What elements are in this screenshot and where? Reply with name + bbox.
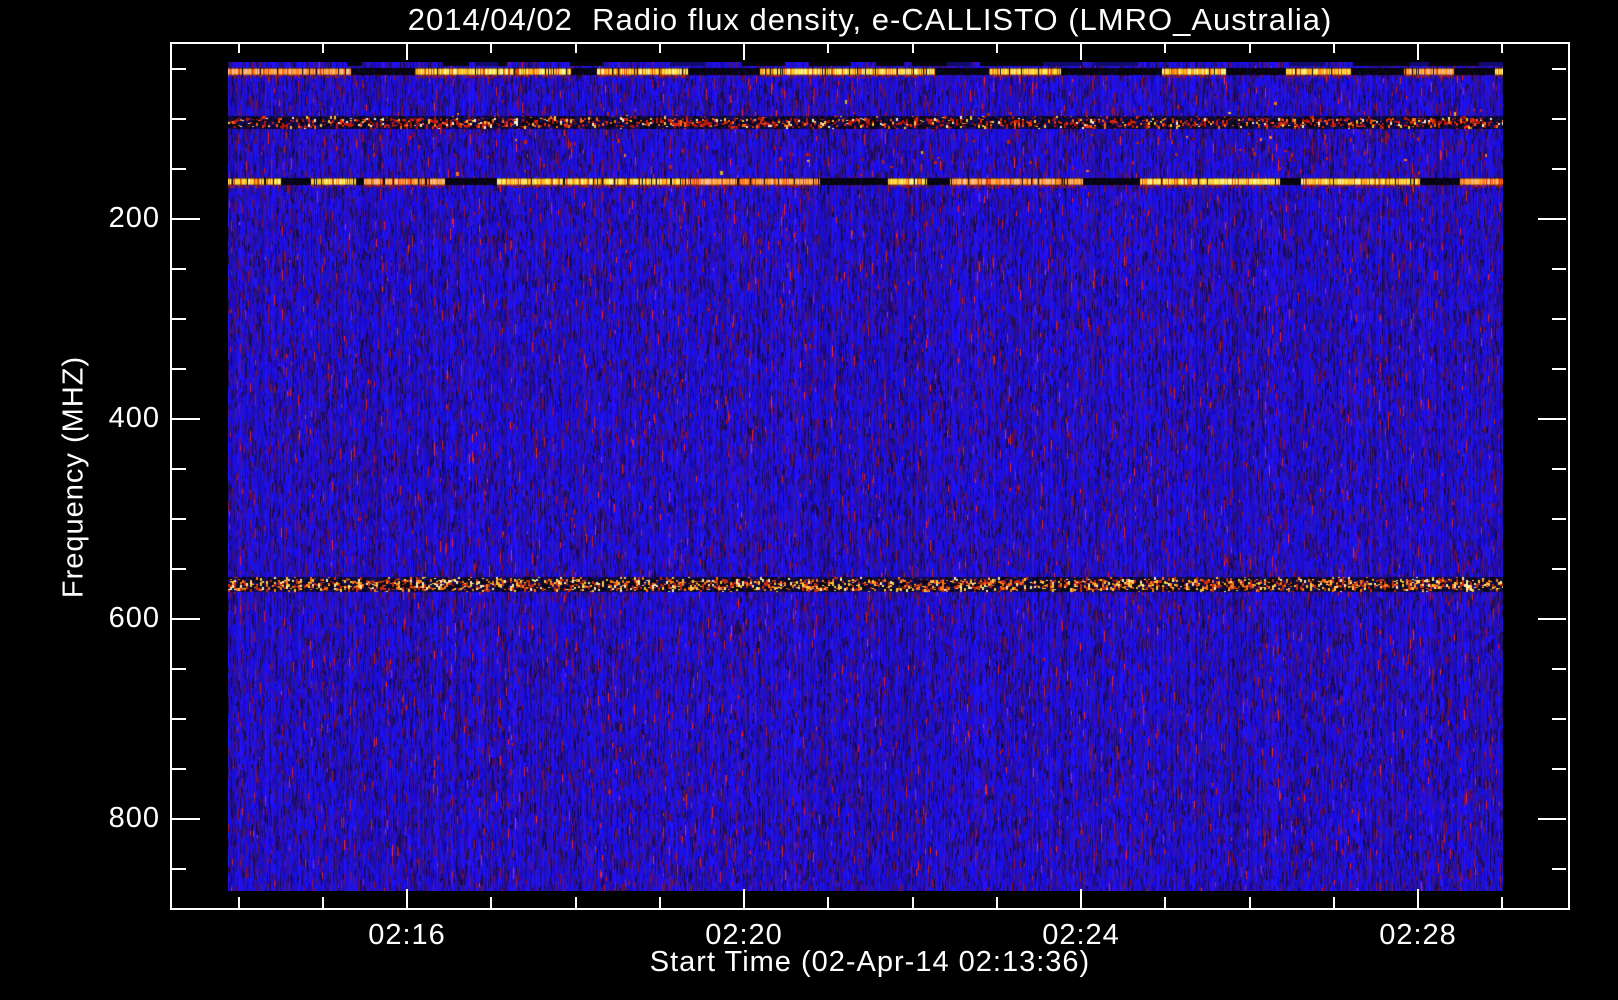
x-axis-minor-tick	[1249, 897, 1251, 908]
y-axis-minor-tick	[172, 368, 186, 370]
x-axis-minor-tick	[827, 897, 829, 908]
x-axis-major-tick	[743, 44, 745, 60]
spectrogram-figure: 2014/04/02 Radio flux density, e-CALLIST…	[0, 0, 1618, 1000]
y-tick-label: 600	[108, 602, 160, 634]
x-axis-minor-tick	[1501, 44, 1503, 53]
x-axis-minor-tick	[575, 44, 577, 53]
y-axis-minor-tick	[1552, 318, 1566, 320]
x-axis-minor-tick	[1501, 897, 1503, 908]
x-axis-major-tick	[1080, 889, 1082, 908]
y-axis-minor-tick	[1552, 568, 1566, 570]
y-axis-minor-tick	[172, 268, 186, 270]
plot-frame	[170, 42, 1570, 910]
y-axis-minor-tick	[172, 868, 186, 870]
y-axis-minor-tick	[1552, 168, 1566, 170]
y-axis-major-tick	[172, 618, 200, 620]
x-axis-minor-tick	[1164, 44, 1166, 53]
x-axis-minor-tick	[827, 44, 829, 53]
x-tick-label: 02:24	[1042, 919, 1120, 951]
chart-title: 2014/04/02 Radio flux density, e-CALLIST…	[407, 2, 1333, 37]
x-axis-minor-tick	[322, 897, 324, 908]
x-axis-minor-tick	[322, 44, 324, 53]
y-axis-minor-tick	[1552, 668, 1566, 670]
y-axis-minor-tick	[172, 168, 186, 170]
y-axis-minor-tick	[1552, 468, 1566, 470]
x-axis-minor-tick	[912, 897, 914, 908]
x-axis-minor-tick	[1249, 44, 1251, 53]
x-axis-minor-tick	[1333, 44, 1335, 53]
x-axis-minor-tick	[996, 44, 998, 53]
x-axis-minor-tick	[490, 44, 492, 53]
x-axis-major-tick	[1417, 889, 1419, 908]
y-axis-minor-tick	[172, 718, 186, 720]
y-tick-label: 400	[108, 402, 160, 434]
y-axis-minor-tick	[172, 518, 186, 520]
x-axis-minor-tick	[659, 897, 661, 908]
x-axis-major-tick	[1417, 44, 1419, 60]
x-tick-label: 02:28	[1379, 919, 1457, 951]
x-axis-minor-tick	[1333, 897, 1335, 908]
y-axis-minor-tick	[172, 468, 186, 470]
y-axis-minor-tick	[1552, 868, 1566, 870]
x-axis-minor-tick	[490, 897, 492, 908]
y-axis-minor-tick	[172, 568, 186, 570]
y-tick-label: 200	[108, 202, 160, 234]
y-axis-major-tick	[172, 218, 200, 220]
x-axis-minor-tick	[659, 44, 661, 53]
x-axis-minor-tick	[238, 44, 240, 53]
y-axis-minor-tick	[172, 668, 186, 670]
y-axis-minor-tick	[1552, 268, 1566, 270]
y-axis-title: Frequency (MHZ)	[57, 355, 90, 599]
y-axis-minor-tick	[172, 118, 186, 120]
y-axis-minor-tick	[1552, 518, 1566, 520]
y-axis-minor-tick	[172, 768, 186, 770]
y-tick-label: 800	[108, 802, 160, 834]
x-axis-major-tick	[406, 44, 408, 60]
x-axis-minor-tick	[912, 44, 914, 53]
y-axis-minor-tick	[1552, 768, 1566, 770]
x-axis-minor-tick	[238, 897, 240, 908]
x-axis-major-tick	[1080, 44, 1082, 60]
x-axis-major-tick	[406, 889, 408, 908]
y-axis-minor-tick	[1552, 68, 1566, 70]
x-axis-major-tick	[743, 889, 745, 908]
y-axis-minor-tick	[172, 68, 186, 70]
y-axis-minor-tick	[172, 318, 186, 320]
y-axis-minor-tick	[1552, 368, 1566, 370]
y-axis-major-tick	[172, 818, 200, 820]
x-tick-label: 02:20	[705, 919, 783, 951]
x-axis-minor-tick	[996, 897, 998, 908]
y-axis-major-tick	[1538, 818, 1566, 820]
x-axis-minor-tick	[1164, 897, 1166, 908]
y-axis-major-tick	[1538, 218, 1566, 220]
y-axis-major-tick	[1538, 418, 1566, 420]
x-axis-minor-tick	[575, 897, 577, 908]
y-axis-minor-tick	[1552, 718, 1566, 720]
x-tick-label: 02:16	[368, 919, 446, 951]
y-axis-major-tick	[172, 418, 200, 420]
y-axis-major-tick	[1538, 618, 1566, 620]
y-axis-minor-tick	[1552, 118, 1566, 120]
